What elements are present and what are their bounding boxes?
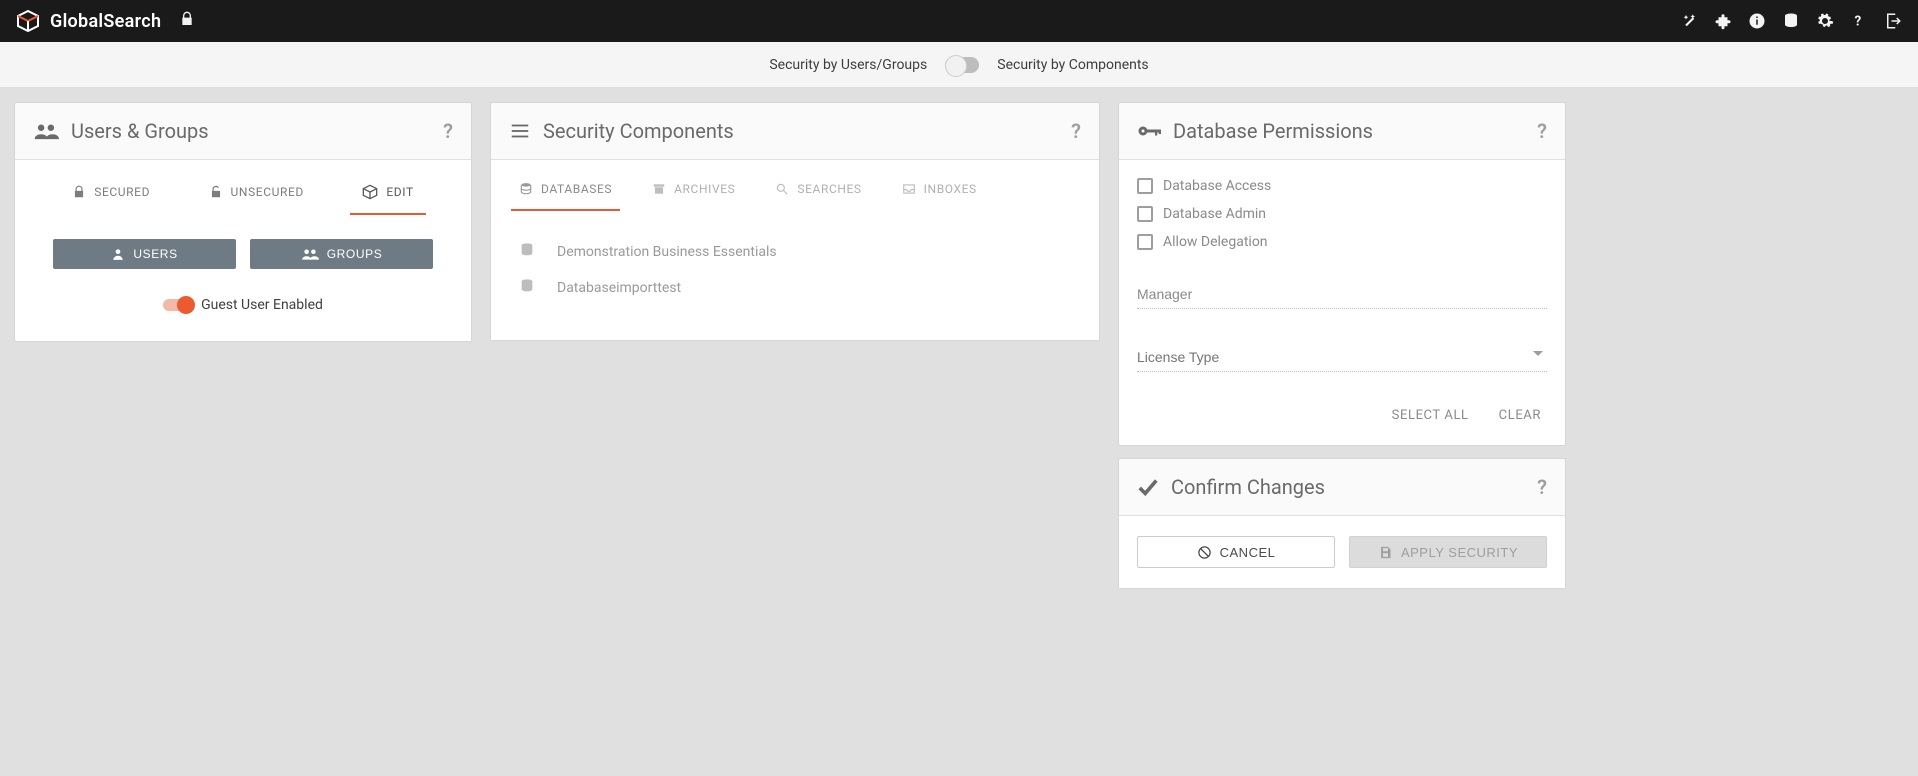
tab-archives[interactable]: ARCHIVES: [652, 178, 735, 210]
check-database-admin-label: Database Admin: [1163, 206, 1266, 222]
svg-text:?: ?: [1855, 14, 1862, 30]
help-icon[interactable]: ?: [1850, 12, 1868, 30]
mode-components-label: Security by Components: [997, 57, 1148, 73]
column-middle: Security Components ? DATABASES ARCHIVES: [490, 102, 1100, 341]
groups-button-label: GROUPS: [327, 247, 383, 261]
manager-input[interactable]: [1137, 280, 1547, 309]
database-item[interactable]: Databaseimporttest: [519, 270, 1081, 306]
database-item-label: Databaseimporttest: [557, 280, 681, 296]
security-components-header: Security Components ?: [491, 103, 1099, 159]
header-left: GlobalSearch: [16, 9, 195, 33]
tab-unsecured[interactable]: UNSECURED: [207, 178, 306, 214]
check-icon: [1137, 476, 1159, 498]
database-item-icon: [519, 278, 535, 298]
license-type-input[interactable]: [1137, 343, 1547, 372]
wand-icon[interactable]: [1680, 12, 1698, 30]
clear-button[interactable]: CLEAR: [1499, 408, 1541, 423]
main-content: Users & Groups ? SECURED UNSECURED EDIT: [0, 88, 1918, 603]
database-permissions-body: Database Access Database Admin Allow Del…: [1119, 159, 1565, 445]
check-database-access-label: Database Access: [1163, 178, 1271, 194]
lock-icon: [179, 11, 195, 31]
groups-button[interactable]: GROUPS: [250, 239, 433, 269]
settings-icon[interactable]: [1816, 12, 1834, 30]
tab-secured-label: SECURED: [94, 185, 150, 199]
security-mode-toggle[interactable]: [945, 57, 979, 73]
tab-edit[interactable]: EDIT: [360, 178, 415, 214]
users-button-label: USERS: [133, 247, 177, 261]
database-permissions-help-icon[interactable]: ?: [1537, 119, 1547, 143]
guest-user-label: Guest User Enabled: [201, 297, 323, 313]
tab-searches-label: SEARCHES: [797, 182, 861, 196]
tab-searches[interactable]: SEARCHES: [775, 178, 861, 210]
app-header: GlobalSearch ?: [0, 0, 1918, 42]
security-components-tabs: DATABASES ARCHIVES SEARCHES INBOXES: [509, 178, 1081, 210]
tab-databases-label: DATABASES: [541, 182, 612, 196]
users-button[interactable]: USERS: [53, 239, 236, 269]
security-components-help-icon[interactable]: ?: [1071, 119, 1081, 143]
logout-icon[interactable]: [1884, 12, 1902, 30]
column-right: Database Permissions ? Database Access D…: [1118, 102, 1566, 589]
security-components-body: DATABASES ARCHIVES SEARCHES INBOXES: [491, 159, 1099, 340]
logo-icon: [16, 9, 40, 33]
check-database-access[interactable]: Database Access: [1137, 178, 1547, 194]
cancel-button-label: CANCEL: [1220, 545, 1276, 560]
users-groups-panel: Users & Groups ? SECURED UNSECURED EDIT: [14, 102, 472, 342]
database-item[interactable]: Demonstration Business Essentials: [519, 234, 1081, 270]
permissions-actions: SELECT ALL CLEAR: [1137, 400, 1547, 427]
check-allow-delegation[interactable]: Allow Delegation: [1137, 234, 1547, 250]
mode-users-groups-label: Security by Users/Groups: [769, 57, 927, 73]
guest-user-toggle[interactable]: [163, 299, 193, 311]
users-groups-buttons: USERS GROUPS: [33, 239, 453, 269]
apply-security-button-label: APPLY SECURITY: [1401, 545, 1518, 560]
column-left: Users & Groups ? SECURED UNSECURED EDIT: [14, 102, 472, 342]
users-groups-header: Users & Groups ?: [15, 103, 471, 159]
tab-archives-label: ARCHIVES: [674, 182, 735, 196]
check-allow-delegation-label: Allow Delegation: [1163, 234, 1268, 250]
tab-inboxes[interactable]: INBOXES: [902, 178, 977, 210]
users-groups-title: Users & Groups: [71, 119, 209, 143]
caret-down-icon: [1533, 351, 1543, 356]
checkbox-icon: [1137, 178, 1153, 194]
users-groups-help-icon[interactable]: ?: [443, 119, 453, 143]
tab-edit-label: EDIT: [386, 185, 413, 199]
database-icon[interactable]: [1782, 12, 1800, 30]
users-groups-body: SECURED UNSECURED EDIT USERS: [15, 159, 471, 341]
database-item-icon: [519, 242, 535, 262]
tab-secured[interactable]: SECURED: [70, 178, 152, 214]
database-permissions-header: Database Permissions ?: [1119, 103, 1565, 159]
confirm-changes-title: Confirm Changes: [1171, 475, 1325, 499]
info-icon[interactable]: [1748, 12, 1766, 30]
list-icon: [509, 120, 531, 142]
confirm-changes-header: Confirm Changes ?: [1119, 459, 1565, 515]
header-right: ?: [1680, 12, 1902, 30]
cancel-button[interactable]: CANCEL: [1137, 536, 1335, 568]
key-icon: [1137, 121, 1161, 141]
database-permissions-title: Database Permissions: [1173, 119, 1373, 143]
security-mode-bar: Security by Users/Groups Security by Com…: [0, 42, 1918, 88]
security-databases-list: Demonstration Business Essentials Databa…: [509, 234, 1081, 322]
database-item-label: Demonstration Business Essentials: [557, 244, 777, 260]
security-components-title: Security Components: [543, 119, 734, 143]
tab-unsecured-label: UNSECURED: [231, 185, 304, 199]
users-groups-tabs: SECURED UNSECURED EDIT: [33, 178, 453, 215]
database-permissions-panel: Database Permissions ? Database Access D…: [1118, 102, 1566, 446]
apply-security-button[interactable]: APPLY SECURITY: [1349, 536, 1547, 568]
puzzle-icon[interactable]: [1714, 12, 1732, 30]
tab-inboxes-label: INBOXES: [924, 182, 977, 196]
tab-databases[interactable]: DATABASES: [519, 178, 612, 210]
license-type-select[interactable]: [1137, 343, 1547, 372]
confirm-changes-body: CANCEL APPLY SECURITY: [1119, 515, 1565, 588]
check-database-admin[interactable]: Database Admin: [1137, 206, 1547, 222]
guest-user-row: Guest User Enabled: [33, 297, 453, 323]
app-title: GlobalSearch: [50, 11, 161, 32]
people-icon: [33, 121, 59, 141]
confirm-changes-help-icon[interactable]: ?: [1537, 475, 1547, 499]
checkbox-icon: [1137, 234, 1153, 250]
select-all-button[interactable]: SELECT ALL: [1392, 408, 1469, 423]
confirm-changes-panel: Confirm Changes ? CANCEL APPLY SECURITY: [1118, 458, 1566, 589]
checkbox-icon: [1137, 206, 1153, 222]
security-components-panel: Security Components ? DATABASES ARCHIVES: [490, 102, 1100, 341]
